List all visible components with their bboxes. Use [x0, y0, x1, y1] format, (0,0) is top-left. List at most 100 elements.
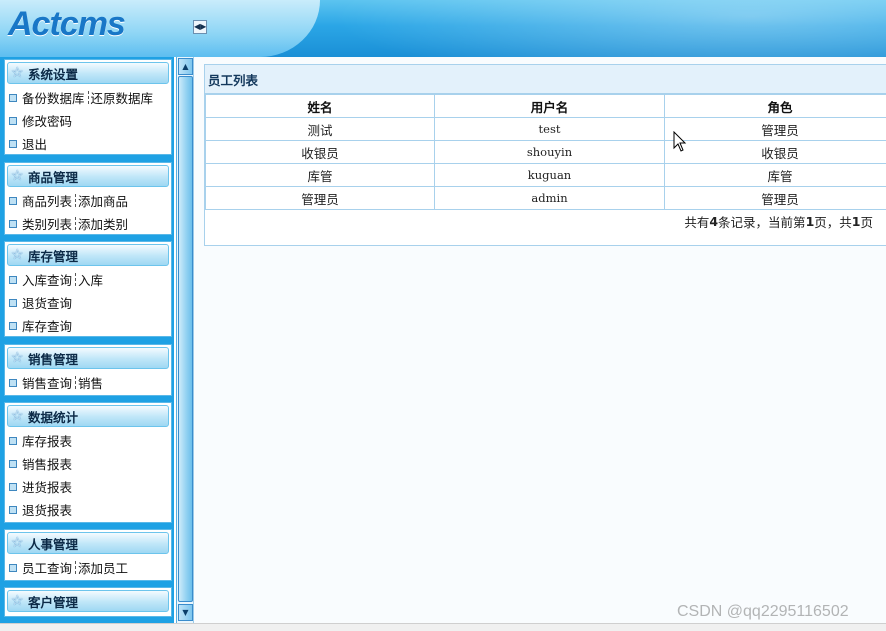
bullet-icon: [9, 139, 17, 148]
panel-title: 系统设置: [28, 66, 79, 82]
menu-row: 库存报表: [5, 429, 171, 452]
panel-title: 人事管理: [28, 536, 79, 552]
list-title: 员工列表: [205, 65, 886, 94]
header-swoosh: [260, 0, 886, 57]
menu-link-product-list[interactable]: 商品列表: [22, 191, 72, 210]
column-header-username: 用户名: [434, 94, 665, 118]
menu-row: 库存查询: [5, 314, 171, 337]
menu-link-logout[interactable]: 退出: [22, 134, 47, 153]
bullet-icon: [9, 436, 17, 445]
pager-total: 4: [709, 213, 719, 229]
divider: [75, 217, 77, 230]
panel-header[interactable]: ☆ 商品管理: [7, 165, 169, 187]
panel-header[interactable]: ☆ 销售管理: [7, 347, 169, 369]
star-icon: ☆: [11, 535, 24, 551]
sidebar-scrollbar[interactable]: ▲ ▼: [176, 57, 193, 623]
cell-username: admin: [434, 186, 665, 210]
scroll-up-button[interactable]: ▲: [178, 58, 193, 75]
menu-link-add-category[interactable]: 添加类别: [78, 214, 128, 233]
cell-username: shouyin: [434, 140, 665, 164]
bullet-icon: [9, 378, 17, 387]
logo: Actcms: [8, 5, 126, 43]
menu-link-return-query[interactable]: 退货查询: [22, 293, 72, 312]
sidebar: ☆ 系统设置 备份数据库 还原数据库 修改密码 退出 ☆ 商品管理 商品列表 添…: [0, 57, 174, 623]
panel-header[interactable]: ☆ 客户管理: [7, 590, 169, 612]
cell-name: 测试: [205, 117, 435, 141]
menu-link-category-list[interactable]: 类别列表: [22, 214, 72, 233]
pagination-info: 共有 4 条记录，当前第 1 页，共 1 页: [205, 210, 886, 232]
star-icon: ☆: [11, 593, 24, 609]
main-content: 员工列表 姓名 用户名 角色 测试 test 管理员 收银员 shouyin 收…: [193, 57, 886, 623]
panel-header[interactable]: ☆ 人事管理: [7, 532, 169, 554]
menu-link-sales-report[interactable]: 销售报表: [22, 454, 72, 473]
divider: [75, 561, 77, 574]
menu-link-stock-report[interactable]: 库存报表: [22, 431, 72, 450]
panel-title: 数据统计: [28, 409, 79, 425]
menu-link-sales[interactable]: 销售: [78, 373, 103, 392]
cell-name: 收银员: [205, 140, 435, 164]
pager-pages: 1: [851, 213, 861, 229]
star-icon: ☆: [11, 168, 24, 184]
table-header-row: 姓名 用户名 角色: [205, 94, 886, 118]
panel-header[interactable]: ☆ 库存管理: [7, 244, 169, 266]
status-bar: [0, 623, 886, 631]
star-icon: ☆: [11, 408, 24, 424]
menu-row: 备份数据库 还原数据库: [5, 86, 171, 109]
column-header-name: 姓名: [205, 94, 435, 118]
menu-link-backup-db[interactable]: 备份数据库: [22, 88, 85, 107]
panel-system-settings: ☆ 系统设置 备份数据库 还原数据库 修改密码 退出: [4, 59, 172, 155]
mouse-cursor-icon: [673, 131, 687, 152]
divider: [75, 376, 77, 389]
menu-link-employee-query[interactable]: 员工查询: [22, 558, 72, 577]
menu-link-stock-in-query[interactable]: 入库查询: [22, 270, 72, 289]
menu-link-change-password[interactable]: 修改密码: [22, 111, 72, 130]
bullet-icon: [9, 298, 17, 307]
pager-mid2: 页，共: [814, 214, 852, 230]
scroll-down-button[interactable]: ▼: [178, 604, 193, 621]
menu-link-add-employee[interactable]: 添加员工: [78, 558, 128, 577]
star-icon: ☆: [11, 65, 24, 81]
star-icon: ☆: [11, 247, 24, 263]
header-banner: Actcms ◀▶: [0, 0, 886, 57]
bullet-icon: [9, 219, 17, 228]
menu-link-sales-query[interactable]: 销售查询: [22, 373, 72, 392]
divider: [87, 91, 89, 104]
panel-title: 商品管理: [28, 169, 79, 185]
scroll-thumb[interactable]: [178, 76, 193, 602]
bullet-icon: [9, 321, 17, 330]
panel-customer-management: ☆ 客户管理: [4, 587, 172, 617]
menu-row: 退货报表: [5, 498, 171, 521]
menu-row: 商品列表 添加商品: [5, 189, 171, 212]
cell-role: 库管: [664, 163, 886, 187]
cell-name: 库管: [205, 163, 435, 187]
toggle-sidebar-button[interactable]: ◀▶: [193, 20, 207, 34]
menu-row: 销售查询 销售: [5, 371, 171, 394]
menu-link-purchase-report[interactable]: 进货报表: [22, 477, 72, 496]
bullet-icon: [9, 275, 17, 284]
menu-link-restore-db[interactable]: 还原数据库: [91, 88, 154, 107]
panel-title: 客户管理: [28, 594, 79, 610]
panel-product-management: ☆ 商品管理 商品列表 添加商品 类别列表 添加类别: [4, 162, 172, 235]
menu-row: 进货报表: [5, 475, 171, 498]
bullet-icon: [9, 196, 17, 205]
pager-current: 1: [805, 213, 815, 229]
menu-link-stock-in[interactable]: 入库: [78, 270, 103, 289]
panel-header[interactable]: ☆ 数据统计: [7, 405, 169, 427]
cell-role: 管理员: [664, 186, 886, 210]
watermark: CSDN @qq2295116502: [677, 603, 849, 620]
menu-row: 员工查询 添加员工: [5, 556, 171, 579]
bullet-icon: [9, 93, 17, 102]
cell-username: kuguan: [434, 163, 665, 187]
column-header-role: 角色: [664, 94, 886, 118]
menu-link-return-report[interactable]: 退货报表: [22, 500, 72, 519]
panel-hr-management: ☆ 人事管理 员工查询 添加员工: [4, 529, 172, 581]
panel-sales-management: ☆ 销售管理 销售查询 销售: [4, 344, 172, 396]
divider: [75, 194, 77, 207]
divider: [75, 273, 77, 286]
menu-link-stock-query[interactable]: 库存查询: [22, 316, 72, 335]
bullet-icon: [9, 482, 17, 491]
bullet-icon: [9, 459, 17, 468]
panel-header[interactable]: ☆ 系统设置: [7, 62, 169, 84]
menu-link-add-product[interactable]: 添加商品: [78, 191, 128, 210]
panel-title: 库存管理: [28, 248, 79, 264]
